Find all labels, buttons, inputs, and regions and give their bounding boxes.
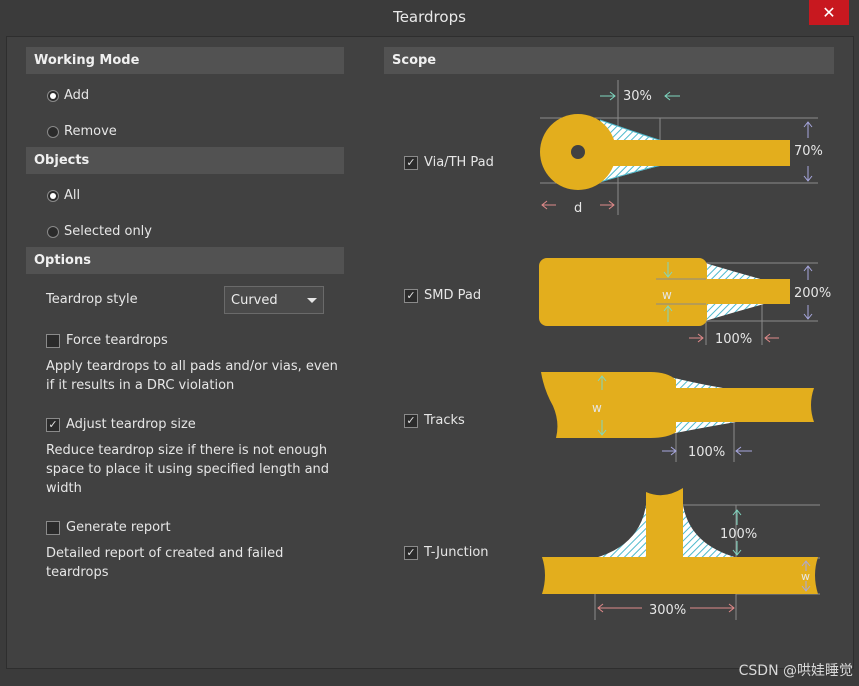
via-th-pad-label: Via/TH Pad (424, 155, 494, 170)
smd-pad-label: SMD Pad (424, 288, 482, 303)
checkbox-smd-pad[interactable]: ✓ (404, 288, 418, 303)
teardrop-style-select[interactable]: Curved (224, 286, 324, 314)
generate-report-checkbox[interactable]: Generate report (46, 520, 171, 535)
adjust-desc-line: space to place it using specified length… (46, 462, 330, 477)
scope-via-th-pad[interactable]: ✓ Via/TH Pad (404, 155, 494, 170)
window-title: Teardrops (393, 8, 466, 26)
adjust-desc-line: width (46, 481, 82, 496)
t-junction-label: T-Junction (424, 545, 489, 560)
close-button[interactable]: ✕ (809, 0, 849, 25)
radio-selected-only-label: Selected only (64, 224, 152, 239)
radio-all[interactable]: All (47, 188, 80, 203)
adjust-teardrop-size-label: Adjust teardrop size (66, 417, 196, 432)
options-header: Options (26, 247, 344, 274)
radio-add[interactable]: Add (47, 88, 89, 103)
objects-header: Objects (26, 147, 344, 174)
force-desc-line: if it results in a DRC violation (46, 378, 235, 393)
radio-selected-only[interactable]: Selected only (47, 224, 152, 239)
checkbox-generate-report[interactable] (46, 520, 60, 535)
watermark: CSDN @哄娃睡觉 (738, 663, 853, 679)
radio-button-all[interactable] (47, 189, 59, 202)
radio-all-label: All (64, 188, 81, 203)
checkbox-tracks[interactable]: ✓ (404, 413, 418, 428)
adjust-teardrop-size-checkbox[interactable]: ✓ Adjust teardrop size (46, 417, 196, 432)
scope-tracks[interactable]: ✓ Tracks (404, 413, 465, 428)
working-mode-header: Working Mode (26, 47, 344, 74)
force-teardrops-description: Apply teardrops to all pads and/or vias,… (46, 357, 338, 395)
teardrop-style-value: Curved (231, 293, 278, 308)
adjust-desc-line: Reduce teardrop size if there is not eno… (46, 443, 328, 458)
title-bar: Teardrops ✕ (0, 0, 859, 34)
checkbox-via-th-pad[interactable]: ✓ (404, 155, 418, 170)
checkbox-force-teardrops[interactable] (46, 333, 60, 348)
radio-button-selected-only[interactable] (47, 225, 59, 238)
radio-remove-label: Remove (64, 124, 117, 139)
tracks-label: Tracks (424, 413, 465, 428)
force-teardrops-checkbox[interactable]: Force teardrops (46, 333, 168, 348)
radio-button-remove[interactable] (47, 125, 59, 138)
checkbox-t-junction[interactable]: ✓ (404, 545, 418, 560)
report-desc-line: Detailed report of created and failed (46, 546, 284, 561)
force-teardrops-label: Force teardrops (66, 333, 168, 348)
scope-smd-pad[interactable]: ✓ SMD Pad (404, 288, 481, 303)
adjust-teardrop-description: Reduce teardrop size if there is not eno… (46, 441, 329, 498)
teardrop-style-label: Teardrop style (46, 292, 138, 307)
radio-button-add[interactable] (47, 89, 59, 102)
radio-remove[interactable]: Remove (47, 124, 117, 139)
scope-t-junction[interactable]: ✓ T-Junction (404, 545, 489, 560)
report-desc-line: teardrops (46, 565, 109, 580)
scope-header: Scope (384, 47, 834, 74)
checkbox-adjust-teardrop-size[interactable]: ✓ (46, 417, 60, 432)
radio-add-label: Add (64, 88, 90, 103)
generate-report-label: Generate report (66, 520, 171, 535)
force-desc-line: Apply teardrops to all pads and/or vias,… (46, 359, 338, 374)
chevron-down-icon (307, 298, 317, 303)
generate-report-description: Detailed report of created and failed te… (46, 544, 283, 582)
